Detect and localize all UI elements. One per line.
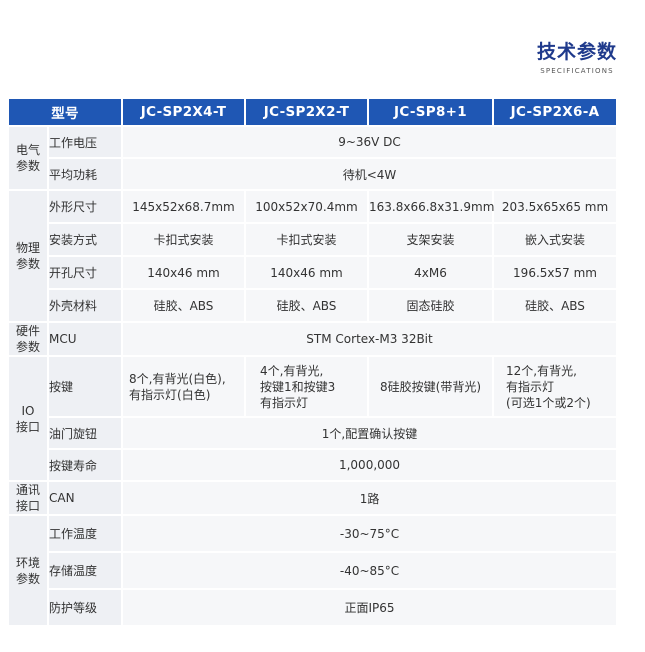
param-label: 平均功耗 bbox=[49, 159, 122, 189]
param-value: 硅胶、ABS bbox=[246, 290, 368, 321]
section-title: 技术参数 SPECIFICATIONS bbox=[537, 41, 617, 75]
model-header: JC-SP2X2-T bbox=[246, 99, 368, 125]
param-value: 1,000,000 bbox=[123, 450, 617, 480]
table-row: 平均功耗 待机<4W bbox=[9, 159, 617, 189]
category-physical: 物理 参数 bbox=[9, 191, 47, 321]
table-row: 防护等级 正面IP65 bbox=[9, 590, 617, 625]
specifications-table: 型号 JC-SP2X4-T JC-SP2X2-T JC-SP8+1 JC-SP2… bbox=[7, 97, 618, 627]
param-label: 外形尺寸 bbox=[49, 191, 122, 222]
param-label: 存储温度 bbox=[49, 553, 122, 588]
model-header: JC-SP2X6-A bbox=[494, 99, 617, 125]
param-value: 9~36V DC bbox=[123, 127, 617, 157]
table-row: IO 接口 按键 8个,有背光(白色), 有指示灯(白色) 4个,有背光, 按键… bbox=[9, 357, 617, 480]
param-value: 163.8x66.8x31.9mm bbox=[369, 191, 494, 222]
param-value: 嵌入式安装 bbox=[494, 224, 617, 255]
param-value: 支架安装 bbox=[369, 224, 493, 255]
param-label: MCU bbox=[49, 323, 122, 355]
param-label: CAN bbox=[49, 482, 122, 514]
param-label: 按键寿命 bbox=[49, 450, 122, 480]
param-value: 正面IP65 bbox=[123, 590, 617, 625]
param-label: 按键 bbox=[49, 357, 122, 416]
param-value: 12个,有背光, 有指示灯 (可选1个或2个) bbox=[494, 357, 617, 416]
table-row: 环境 参数 工作温度 -30~75°C bbox=[9, 516, 617, 625]
param-value: -30~75°C bbox=[123, 516, 617, 551]
model-header: JC-SP8+1 bbox=[369, 99, 493, 125]
param-value: 1路 bbox=[123, 482, 617, 514]
table-row: 安装方式 卡扣式安装 卡扣式安装 支架安装 嵌入式安装 bbox=[9, 224, 617, 255]
table-row: 存储温度 -40~85°C bbox=[9, 553, 617, 588]
param-value: 145x52x68.7mm bbox=[123, 191, 245, 222]
param-value: 硅胶、ABS bbox=[123, 290, 245, 321]
param-value: 140x46 mm bbox=[246, 257, 368, 288]
param-value: 100x52x70.4mm bbox=[246, 191, 368, 222]
table-row: 通讯 接口 CAN 1路 bbox=[9, 482, 617, 514]
param-value: 卡扣式安装 bbox=[246, 224, 368, 255]
param-value: 固态硅胶 bbox=[369, 290, 493, 321]
table-row: 硬件 参数 MCU STM Cortex-M3 32Bit bbox=[9, 323, 617, 355]
table-row: 外壳材料 硅胶、ABS 硅胶、ABS 固态硅胶 硅胶、ABS bbox=[9, 290, 617, 321]
table-row: 开孔尺寸 140x46 mm 140x46 mm 4xM6 196.5x57 m… bbox=[9, 257, 617, 288]
param-value: -40~85°C bbox=[123, 553, 617, 588]
page-subtitle: SPECIFICATIONS bbox=[540, 67, 614, 75]
table-row: 物理 参数 外形尺寸 145x52x68.7mm 100x52x70.4mm 1… bbox=[9, 191, 617, 321]
param-value: 140x46 mm bbox=[123, 257, 245, 288]
category-hardware: 硬件 参数 bbox=[9, 323, 47, 355]
param-value: 1个,配置确认按键 bbox=[123, 418, 617, 448]
model-label: 型号 bbox=[9, 99, 122, 125]
param-value: 硅胶、ABS bbox=[494, 290, 617, 321]
param-label: 工作电压 bbox=[49, 127, 122, 157]
param-value: 4xM6 bbox=[369, 257, 493, 288]
table-row: 电气 参数 工作电压 9~36V DC bbox=[9, 127, 617, 189]
param-value: 4个,有背光, 按键1和按键3 有指示灯 bbox=[246, 357, 368, 416]
param-value: 203.5x65x65 mm bbox=[494, 191, 617, 222]
param-label: 油门旋钮 bbox=[49, 418, 122, 448]
param-label: 工作温度 bbox=[49, 516, 122, 551]
param-label: 安装方式 bbox=[49, 224, 122, 255]
model-header: JC-SP2X4-T bbox=[123, 99, 245, 125]
category-env: 环境 参数 bbox=[9, 516, 47, 625]
page-title: 技术参数 bbox=[536, 41, 617, 63]
param-value: 待机<4W bbox=[123, 159, 617, 189]
category-electrical: 电气 参数 bbox=[9, 127, 47, 189]
param-label: 开孔尺寸 bbox=[49, 257, 122, 288]
param-value: STM Cortex-M3 32Bit bbox=[123, 323, 617, 355]
param-value: 196.5x57 mm bbox=[494, 257, 617, 288]
category-comm: 通讯 接口 bbox=[9, 482, 47, 514]
param-label: 防护等级 bbox=[49, 590, 122, 625]
param-value: 卡扣式安装 bbox=[123, 224, 245, 255]
param-label: 外壳材料 bbox=[49, 290, 122, 321]
header-row: 型号 JC-SP2X4-T JC-SP2X2-T JC-SP8+1 JC-SP2… bbox=[9, 99, 617, 125]
table-row: 按键寿命 1,000,000 bbox=[9, 450, 617, 480]
category-io: IO 接口 bbox=[9, 357, 47, 480]
param-value: 8硅胶按键(带背光) bbox=[369, 357, 493, 416]
param-value: 8个,有背光(白色), 有指示灯(白色) bbox=[123, 357, 245, 416]
table-row: 油门旋钮 1个,配置确认按键 bbox=[9, 418, 617, 448]
